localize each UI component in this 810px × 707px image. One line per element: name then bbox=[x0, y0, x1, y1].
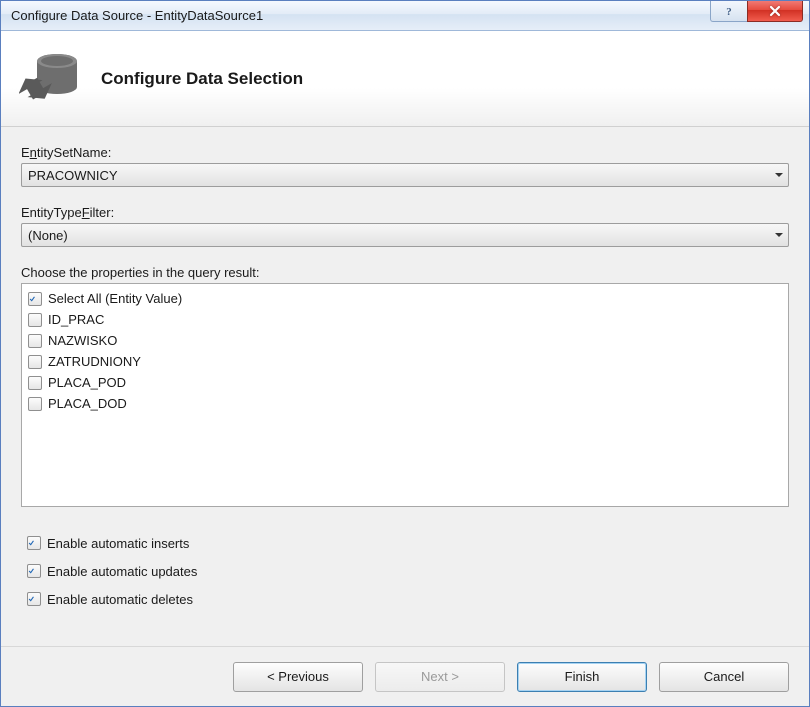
datasource-icon bbox=[19, 51, 81, 107]
cancel-button[interactable]: Cancel bbox=[659, 662, 789, 692]
chevron-down-icon bbox=[775, 233, 783, 237]
enable-updates-label: Enable automatic updates bbox=[47, 564, 197, 579]
wizard-footer: < Previous Next > Finish Cancel bbox=[1, 646, 809, 706]
property-checkbox[interactable] bbox=[28, 313, 42, 327]
property-checkbox[interactable] bbox=[28, 334, 42, 348]
close-icon bbox=[768, 5, 782, 17]
property-checkbox[interactable] bbox=[28, 397, 42, 411]
enable-deletes-row[interactable]: Enable automatic deletes bbox=[27, 585, 789, 613]
enable-updates-checkbox[interactable] bbox=[27, 564, 41, 578]
previous-button[interactable]: < Previous bbox=[233, 662, 363, 692]
property-label: ID_PRAC bbox=[48, 312, 104, 327]
properties-listbox[interactable]: Select All (Entity Value) ID_PRAC NAZWISKO… bbox=[21, 283, 789, 507]
entitysetname-select[interactable]: PRACOWNICY bbox=[21, 163, 789, 187]
help-button[interactable]: ? bbox=[710, 1, 748, 22]
property-label: ZATRUDNIONY bbox=[48, 354, 141, 369]
property-row[interactable]: ZATRUDNIONY bbox=[28, 351, 782, 372]
enable-inserts-checkbox[interactable] bbox=[27, 536, 41, 550]
property-row[interactable]: NAZWISKO bbox=[28, 330, 782, 351]
property-label: Select All (Entity Value) bbox=[48, 291, 182, 306]
property-checkbox[interactable] bbox=[28, 376, 42, 390]
entitysetname-label: EntitySetName: bbox=[21, 145, 789, 160]
property-row[interactable]: PLACA_DOD bbox=[28, 393, 782, 414]
property-label: PLACA_POD bbox=[48, 375, 126, 390]
properties-label: Choose the properties in the query resul… bbox=[21, 265, 789, 280]
entitysetname-value: PRACOWNICY bbox=[28, 168, 118, 183]
titlebar-buttons: ? bbox=[711, 1, 809, 30]
entitytypefilter-value: (None) bbox=[28, 228, 68, 243]
property-row[interactable]: ID_PRAC bbox=[28, 309, 782, 330]
window-title: Configure Data Source - EntityDataSource… bbox=[11, 8, 711, 23]
next-button: Next > bbox=[375, 662, 505, 692]
finish-button[interactable]: Finish bbox=[517, 662, 647, 692]
property-label: PLACA_DOD bbox=[48, 396, 127, 411]
enable-updates-row[interactable]: Enable automatic updates bbox=[27, 557, 789, 585]
property-checkbox[interactable] bbox=[28, 355, 42, 369]
property-row[interactable]: Select All (Entity Value) bbox=[28, 288, 782, 309]
options-block: Enable automatic inserts Enable automati… bbox=[21, 529, 789, 613]
entitytypefilter-select[interactable]: (None) bbox=[21, 223, 789, 247]
help-icon: ? bbox=[723, 5, 735, 17]
page-heading: Configure Data Selection bbox=[101, 69, 303, 89]
svg-text:?: ? bbox=[726, 6, 732, 17]
property-checkbox[interactable] bbox=[28, 292, 42, 306]
header-band: Configure Data Selection bbox=[1, 31, 809, 127]
property-label: NAZWISKO bbox=[48, 333, 117, 348]
entitytypefilter-label: EntityTypeFilter: bbox=[21, 205, 789, 220]
enable-deletes-checkbox[interactable] bbox=[27, 592, 41, 606]
chevron-down-icon bbox=[775, 173, 783, 177]
enable-deletes-label: Enable automatic deletes bbox=[47, 592, 193, 607]
titlebar: Configure Data Source - EntityDataSource… bbox=[1, 1, 809, 31]
content-area: EntitySetName: PRACOWNICY EntityTypeFilt… bbox=[1, 127, 809, 646]
enable-inserts-row[interactable]: Enable automatic inserts bbox=[27, 529, 789, 557]
close-button[interactable] bbox=[747, 1, 803, 22]
enable-inserts-label: Enable automatic inserts bbox=[47, 536, 189, 551]
dialog-window: Configure Data Source - EntityDataSource… bbox=[0, 0, 810, 707]
property-row[interactable]: PLACA_POD bbox=[28, 372, 782, 393]
